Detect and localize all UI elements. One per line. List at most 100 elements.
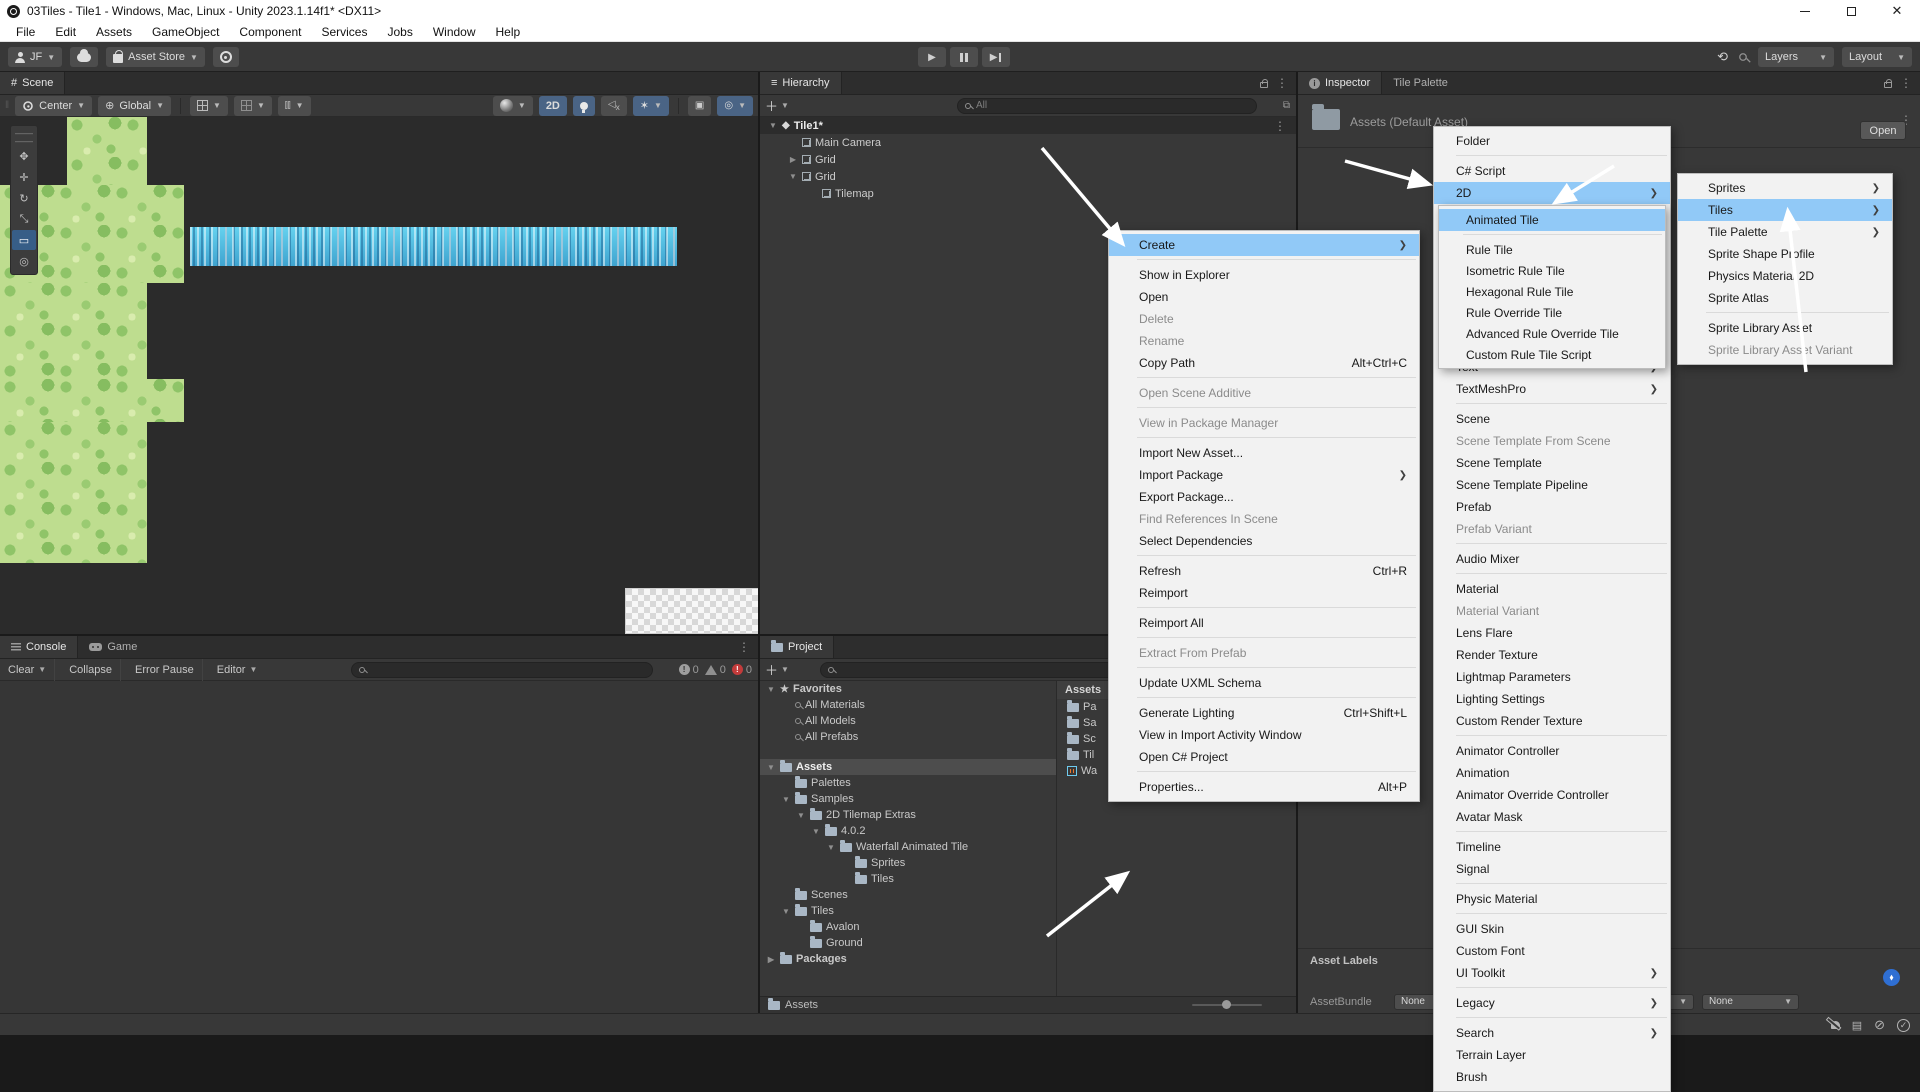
menu-item-refresh[interactable]: RefreshCtrl+R <box>1109 560 1419 582</box>
menu-item-lightmap-parameters[interactable]: Lightmap Parameters <box>1434 666 1670 688</box>
hierarchy-item-tile1[interactable]: ▼◆Tile1*⋮ <box>760 117 1296 134</box>
hierarchy-item-grid[interactable]: ▼Grid <box>760 168 1296 185</box>
project-tree-item-packages[interactable]: ▶Packages <box>760 951 1056 967</box>
tab-project[interactable]: Project <box>760 636 834 658</box>
project-tree-item-sprites[interactable]: Sprites <box>760 855 1056 871</box>
menu-item-reimport-all[interactable]: Reimport All <box>1109 612 1419 634</box>
menu-item-rule-override-tile[interactable]: Rule Override Tile <box>1439 302 1665 323</box>
menu-item-search[interactable]: Search❯ <box>1434 1022 1670 1044</box>
menu-item-avatar-mask[interactable]: Avatar Mask <box>1434 806 1670 828</box>
project-tree-item-4-0-2[interactable]: ▼4.0.2 <box>760 823 1056 839</box>
menu-item-scene-template-pipeline[interactable]: Scene Template Pipeline <box>1434 474 1670 496</box>
menu-window[interactable]: Window <box>423 22 486 42</box>
menu-item-generate-lighting[interactable]: Generate LightingCtrl+Shift+L <box>1109 702 1419 724</box>
layout-dropdown[interactable]: Layout▼ <box>1842 47 1912 67</box>
scene-lighting-button[interactable] <box>573 96 595 116</box>
menu-item-open[interactable]: Open <box>1109 286 1419 308</box>
pause-button[interactable] <box>950 47 978 67</box>
expander-icon[interactable]: ▼ <box>781 795 791 804</box>
expander-icon[interactable]: ▼ <box>768 121 778 130</box>
menu-item-tiles[interactable]: Tiles❯ <box>1678 199 1892 221</box>
close-button[interactable]: ✕ <box>1874 0 1920 22</box>
drag-handle[interactable]: ———— <box>15 129 33 145</box>
menu-item-terrain-layer[interactable]: Terrain Layer <box>1434 1044 1670 1066</box>
scene-visibility-button[interactable]: ▣ <box>688 96 711 116</box>
expand-icon[interactable]: ⧉ <box>1283 100 1290 111</box>
expander-icon[interactable]: ▼ <box>781 907 791 916</box>
rect-tool-button[interactable]: ▭ <box>12 230 36 250</box>
expander-icon[interactable]: ▼ <box>766 763 776 772</box>
project-tree-item-all-materials[interactable]: All Materials <box>760 697 1056 713</box>
assetbundle-variant-dropdown[interactable]: None▼ <box>1702 994 1799 1010</box>
minimize-button[interactable] <box>1782 0 1828 22</box>
menu-item-physic-material[interactable]: Physic Material <box>1434 888 1670 910</box>
menu-item-copy-path[interactable]: Copy PathAlt+Ctrl+C <box>1109 352 1419 374</box>
console-search-input[interactable] <box>351 662 653 678</box>
hierarchy-item-tilemap[interactable]: Tilemap <box>760 185 1296 202</box>
menu-component[interactable]: Component <box>229 22 311 42</box>
tab-tile-palette[interactable]: Tile Palette <box>1382 72 1459 94</box>
menu-item-sprite-atlas[interactable]: Sprite Atlas <box>1678 287 1892 309</box>
project-tree-item-all-models[interactable]: All Models <box>760 713 1056 729</box>
scene-fx-button[interactable]: ✶▼ <box>633 96 669 116</box>
menu-item-lens-flare[interactable]: Lens Flare <box>1434 622 1670 644</box>
menu-item-render-texture[interactable]: Render Texture <box>1434 644 1670 666</box>
menu-item-audio-mixer[interactable]: Audio Mixer <box>1434 548 1670 570</box>
menu-item-create[interactable]: Create❯ <box>1109 234 1419 256</box>
draw-mode-dropdown[interactable]: ▼ <box>493 96 533 116</box>
menu-item-gui-skin[interactable]: GUI Skin <box>1434 918 1670 940</box>
tab-console[interactable]: Console <box>0 636 78 658</box>
menu-file[interactable]: File <box>6 22 45 42</box>
scene-audio-button[interactable]: ◁x <box>601 96 627 116</box>
project-tree-item-ground[interactable]: Ground <box>760 935 1056 951</box>
tab-inspector[interactable]: iInspector <box>1298 72 1382 94</box>
menu-item-animator-override-controller[interactable]: Animator Override Controller <box>1434 784 1670 806</box>
expander-icon[interactable]: ▼ <box>788 172 798 181</box>
kebab-menu-icon[interactable]: ⋮ <box>1274 119 1286 133</box>
menu-item-show-in-explorer[interactable]: Show in Explorer <box>1109 264 1419 286</box>
menu-item-import-package[interactable]: Import Package❯ <box>1109 464 1419 486</box>
console-error-badge[interactable]: !0 <box>732 664 752 676</box>
cloud-button[interactable] <box>70 47 98 67</box>
project-tree-item-avalon[interactable]: Avalon <box>760 919 1056 935</box>
project-tree-item-scenes[interactable]: Scenes <box>760 887 1056 903</box>
menu-item-animator-controller[interactable]: Animator Controller <box>1434 740 1670 762</box>
menu-item-brush[interactable]: Brush <box>1434 1066 1670 1088</box>
expander-icon[interactable]: ▼ <box>811 827 821 836</box>
console-error-pause-button[interactable]: Error Pause <box>127 659 203 681</box>
console-info-badge[interactable]: !0 <box>679 664 699 676</box>
menu-item-export-package[interactable]: Export Package... <box>1109 486 1419 508</box>
project-tree-item-samples[interactable]: ▼Samples <box>760 791 1056 807</box>
menu-item-scene[interactable]: Scene <box>1434 408 1670 430</box>
menu-item-custom-font[interactable]: Custom Font <box>1434 940 1670 962</box>
layers-dropdown[interactable]: Layers▼ <box>1758 47 1834 67</box>
menu-item-view-in-import-activity-window[interactable]: View in Import Activity Window <box>1109 724 1419 746</box>
project-tree-item-waterfall-animated-tile[interactable]: ▼Waterfall Animated Tile <box>760 839 1056 855</box>
tab-scene[interactable]: #Scene <box>0 72 65 94</box>
menu-item-sprite-shape-profile[interactable]: Sprite Shape Profile <box>1678 243 1892 265</box>
kebab-menu-icon[interactable]: ⋮ <box>1276 76 1288 90</box>
expander-icon[interactable]: ▶ <box>766 955 776 964</box>
grid-snap-button[interactable]: ▼ <box>190 96 228 116</box>
ruler-button[interactable]: ⫿⫿▼ <box>278 96 311 116</box>
menu-item-sprites[interactable]: Sprites❯ <box>1678 177 1892 199</box>
console-editor-dropdown[interactable]: Editor▼ <box>209 659 266 681</box>
project-add-button[interactable]: ＋▼ <box>765 660 789 679</box>
scene-viewport[interactable]: ———— ✥ ✛ ↻ ⤡ ▭ ◎ <box>0 117 758 634</box>
kebab-menu-icon[interactable]: ⋮ <box>738 640 750 654</box>
undo-history-icon[interactable]: ⟲ <box>1717 49 1728 65</box>
services-button[interactable] <box>213 47 239 67</box>
project-tree-item-palettes[interactable]: Palettes <box>760 775 1056 791</box>
expander-icon[interactable]: ▼ <box>826 843 836 852</box>
lock-icon[interactable] <box>1260 82 1268 88</box>
menu-item-ui-toolkit[interactable]: UI Toolkit❯ <box>1434 962 1670 984</box>
menu-item-signal[interactable]: Signal <box>1434 858 1670 880</box>
console-clear-button[interactable]: Clear▼ <box>0 659 55 681</box>
lock-icon[interactable] <box>1884 82 1892 88</box>
menu-item-animated-tile[interactable]: Animated Tile <box>1439 209 1665 231</box>
expander-icon[interactable]: ▶ <box>788 155 798 164</box>
menu-item-c-script[interactable]: C# Script <box>1434 160 1670 182</box>
expander-icon[interactable]: ▼ <box>796 811 806 820</box>
menu-item-physics-material-2d[interactable]: Physics Material 2D <box>1678 265 1892 287</box>
menu-item-custom-render-texture[interactable]: Custom Render Texture <box>1434 710 1670 732</box>
